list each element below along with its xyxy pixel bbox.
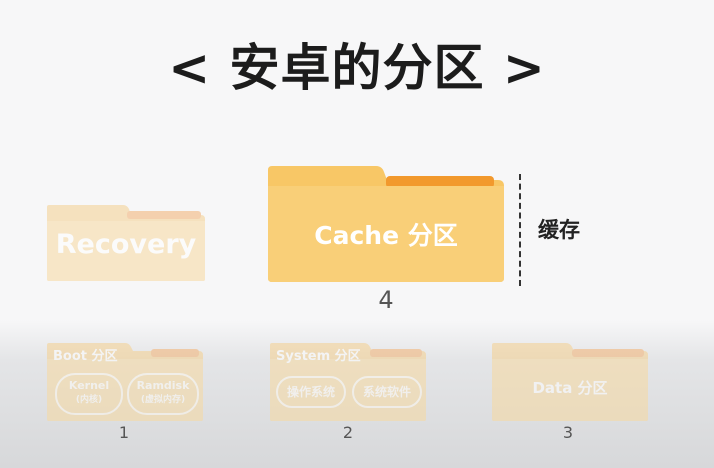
system-folder[interactable]: System 分区 操作系统 系统软件 <box>270 343 426 421</box>
data-folder[interactable]: Data 分区 <box>492 343 648 421</box>
system-label: System 分区 <box>276 349 361 364</box>
data-number: 3 <box>562 423 574 442</box>
system-software-chip-label: 系统软件 <box>362 385 411 399</box>
system-number: 2 <box>342 423 354 442</box>
cache-bracket-line <box>519 174 521 286</box>
recovery-folder[interactable]: Recovery <box>47 205 205 281</box>
kernel-chip-label: Kernel <box>68 379 110 392</box>
ramdisk-chip: Ramdisk (虚拟内存) <box>127 373 199 415</box>
page-title: < 安卓的分区 > <box>168 39 546 97</box>
cache-folder[interactable]: Cache 分区 <box>268 166 504 282</box>
cache-number: 4 <box>378 286 394 314</box>
cache-label: Cache 分区 <box>314 221 458 250</box>
boot-label: Boot 分区 <box>53 349 118 364</box>
kernel-chip-sub: (内核) <box>75 395 103 405</box>
boot-folder[interactable]: Boot 分区 Kernel (内核) Ramdisk (虚拟内存) <box>47 343 203 421</box>
ramdisk-chip-label: Ramdisk <box>136 379 190 392</box>
data-label: Data 分区 <box>532 379 608 397</box>
recovery-label: Recovery <box>55 229 197 260</box>
os-chip-label: 操作系统 <box>286 385 335 399</box>
ramdisk-chip-sub: (虚拟内存) <box>140 395 186 405</box>
boot-number: 1 <box>118 423 130 442</box>
system-software-chip: 系统软件 <box>352 376 422 408</box>
cache-side-label: 缓存 <box>538 218 580 242</box>
os-chip: 操作系统 <box>276 376 346 408</box>
kernel-chip: Kernel (内核) <box>55 373 123 415</box>
